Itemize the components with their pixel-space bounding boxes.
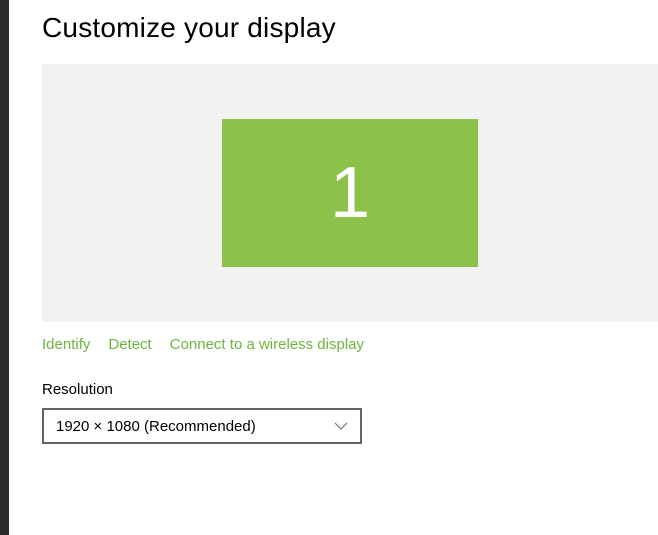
- display-preview-area[interactable]: 1: [42, 64, 658, 322]
- monitor-number: 1: [330, 152, 370, 234]
- connect-wireless-link[interactable]: Connect to a wireless display: [170, 336, 364, 353]
- settings-content: Customize your display 1 Identify Detect…: [0, 0, 658, 444]
- chevron-down-icon: [334, 422, 348, 430]
- window-edge: [0, 0, 9, 535]
- page-title: Customize your display: [42, 12, 658, 44]
- resolution-label: Resolution: [42, 381, 658, 398]
- identify-link[interactable]: Identify: [42, 336, 90, 353]
- resolution-dropdown[interactable]: 1920 × 1080 (Recommended): [42, 408, 362, 444]
- detect-link[interactable]: Detect: [108, 336, 151, 353]
- monitor-tile-1[interactable]: 1: [222, 119, 478, 267]
- resolution-value: 1920 × 1080 (Recommended): [56, 418, 256, 435]
- display-action-links: Identify Detect Connect to a wireless di…: [42, 332, 658, 353]
